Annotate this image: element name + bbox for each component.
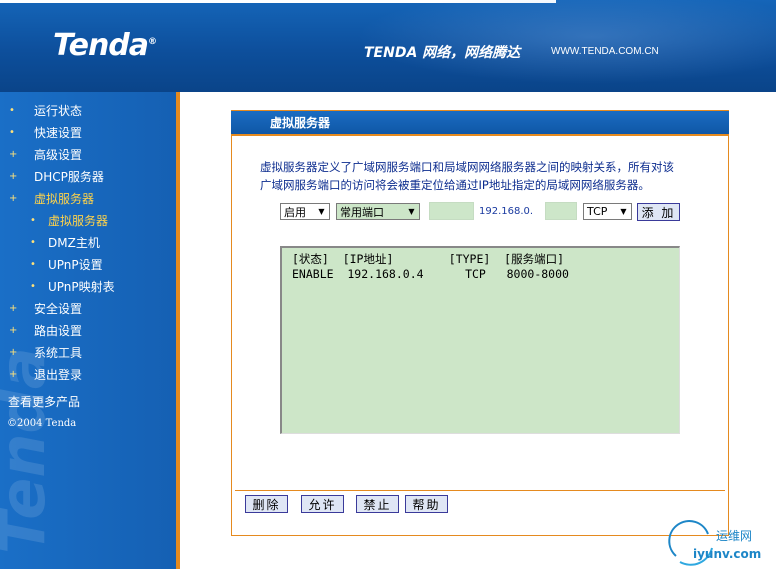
sidebar-item-status[interactable]: • 运行状态: [0, 100, 176, 120]
sidebar-subitem-virtual-server[interactable]: • 虚拟服务器: [0, 210, 176, 230]
copyright: ©2004 Tenda: [7, 418, 77, 429]
sidebar-item-virtual-server[interactable]: + 虚拟服务器: [0, 188, 176, 208]
port-select-value: 常用端口: [340, 205, 384, 219]
page-description: 虚拟服务器定义了广域网服务端口和局域网网络服务器之间的映射关系，所有对该 广域网…: [260, 158, 710, 194]
hidden-label: 虚拟服务器: [311, 228, 366, 241]
sidebar-item-label: DHCP服务器: [34, 169, 104, 184]
registered-mark: ®: [148, 37, 157, 47]
bullet-icon: •: [30, 258, 36, 270]
sidebar-item-label: UPnP映射表: [48, 279, 115, 294]
plus-icon: +: [9, 148, 18, 160]
ip-prefix: 192.168.0.: [479, 206, 534, 217]
title-divider: [231, 134, 729, 136]
header-slogan: TENDA 网络，网络腾达: [364, 45, 521, 61]
sidebar-item-dhcp[interactable]: + DHCP服务器: [0, 166, 176, 186]
sidebar-item-routing[interactable]: + 路由设置: [0, 320, 176, 340]
bullet-icon: •: [30, 280, 36, 292]
forbid-button[interactable]: 禁止: [356, 495, 399, 513]
chevron-down-icon: ▼: [408, 207, 415, 216]
allow-button[interactable]: 允许: [301, 495, 344, 513]
sidebar-item-security[interactable]: + 安全设置: [0, 298, 176, 318]
virtual-server-list[interactable]: [状态] [IP地址] [TYPE] [服务端口] ENABLE 192.168.…: [280, 246, 680, 434]
sidebar-item-label: DMZ主机: [48, 235, 100, 250]
bullet-icon: •: [30, 214, 36, 226]
chevron-down-icon: ▼: [318, 207, 325, 216]
help-button[interactable]: 帮助: [405, 495, 448, 513]
delete-button[interactable]: 删除: [245, 495, 288, 513]
sidebar-item-system-tools[interactable]: + 系统工具: [0, 342, 176, 362]
site-watermark-cn: 运维网: [716, 529, 753, 543]
sidebar-subitem-dmz[interactable]: • DMZ主机: [0, 232, 176, 252]
site-watermark-en: iyunv.com: [693, 547, 762, 561]
plus-icon: +: [9, 170, 18, 182]
protocol-select-value: TCP: [587, 205, 608, 218]
more-products-link[interactable]: 查看更多产品: [8, 393, 80, 410]
bullet-icon: •: [9, 126, 15, 138]
port-input[interactable]: [429, 202, 474, 220]
plus-icon: +: [9, 302, 18, 314]
sidebar-item-label: 系统工具: [34, 345, 83, 360]
add-button[interactable]: 添 加: [637, 203, 680, 221]
header-url: WWW.TENDA.COM.CN: [551, 46, 659, 57]
sidebar-item-label: 退出登录: [34, 367, 83, 382]
sidebar-item-quick-setup[interactable]: • 快速设置: [0, 122, 176, 142]
protocol-select[interactable]: TCP ▼: [583, 203, 632, 220]
sidebar-item-label: 安全设置: [34, 301, 83, 316]
plus-icon: +: [9, 368, 18, 380]
sidebar-item-label: 运行状态: [34, 103, 83, 118]
bullet-icon: •: [30, 236, 36, 248]
plus-icon: +: [9, 324, 18, 336]
chevron-down-icon: ▼: [620, 207, 627, 216]
page-title: 虚拟服务器: [231, 111, 729, 134]
sidebar-divider: [176, 92, 180, 569]
plus-icon: +: [9, 346, 18, 358]
enable-select-value: 启用: [284, 205, 306, 219]
sidebar-item-label: 虚拟服务器: [34, 191, 95, 206]
enable-select[interactable]: 启用 ▼: [280, 203, 330, 220]
minus-icon: +: [9, 192, 18, 204]
sidebar-item-label: 路由设置: [34, 323, 83, 338]
sidebar-item-label: 高级设置: [34, 147, 83, 162]
bullet-icon: •: [9, 104, 15, 116]
sidebar-item-label: 快速设置: [34, 125, 83, 140]
list-item[interactable]: ENABLE 192.168.0.4 TCP 8000-8000: [292, 267, 679, 282]
list-header: [状态] [IP地址] [TYPE] [服务端口]: [292, 252, 565, 266]
header-banner: Tenda® TENDA 网络，网络腾达 WWW.TENDA.COM.CN: [0, 0, 776, 92]
sidebar-item-advanced[interactable]: + 高级设置: [0, 144, 176, 164]
description-line: 虚拟服务器定义了广域网服务端口和局域网网络服务器之间的映射关系，所有对该: [260, 160, 674, 174]
sidebar-item-logout[interactable]: + 退出登录: [0, 364, 176, 384]
sidebar-subitem-upnp-map[interactable]: • UPnP映射表: [0, 276, 176, 296]
sidebar-item-label: UPnP设置: [48, 257, 103, 272]
sidebar-item-label: 虚拟服务器: [48, 213, 109, 228]
port-select[interactable]: 常用端口 ▼: [336, 203, 420, 220]
logo-text: Tenda: [53, 28, 149, 63]
description-line: 广域网服务端口的访问将会被重定位给通过IP地址指定的局域网网络服务器。: [260, 178, 650, 192]
ip-last-octet-input[interactable]: [545, 202, 577, 220]
button-divider: [235, 490, 725, 491]
tenda-logo: Tenda®: [53, 28, 157, 63]
sidebar-subitem-upnp-settings[interactable]: • UPnP设置: [0, 254, 176, 274]
